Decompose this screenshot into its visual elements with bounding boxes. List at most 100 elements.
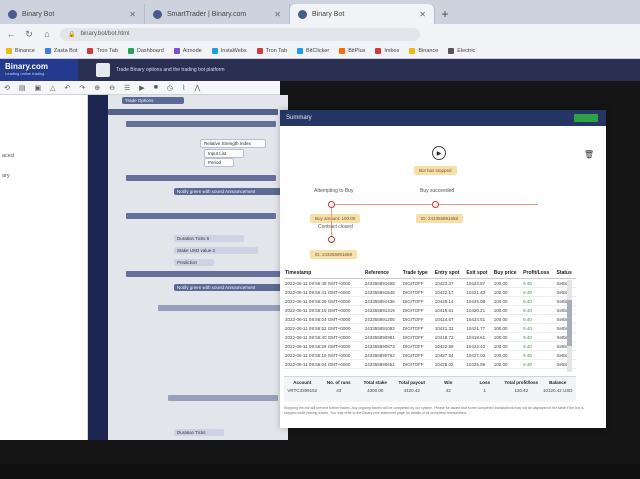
- table-cell: 10427.03: [465, 350, 493, 360]
- stat-label: Total stake: [363, 380, 387, 385]
- google-drive-icon[interactable]: △: [50, 84, 55, 92]
- blockly-workspace[interactable]: Trade Options Relative Strength Index Inpu…: [108, 95, 288, 440]
- browser-tab-3[interactable]: Binary Bot ✕: [290, 4, 435, 24]
- table-row[interactable]: 2022-06-11 08:56:29 GMT+0000 243355891436…: [284, 296, 576, 306]
- workspace-block[interactable]: Notify green with sound Announcement: [174, 284, 284, 291]
- left-panel: aced ary: [0, 95, 88, 440]
- bookmark-label: Imbox: [384, 48, 400, 54]
- table-row[interactable]: 2022-06-11 08:56:41 GMT+0000 243355891548…: [284, 287, 576, 297]
- bookmark-item[interactable]: BitPlus: [339, 48, 365, 54]
- table-cell: 243355891658: [363, 278, 402, 288]
- table-cell: DIGITOFF: [401, 332, 434, 342]
- table-row[interactable]: 2022-06-11 08:55:16 GMT+0000 243355890762…: [284, 350, 576, 360]
- table-row[interactable]: 2022-06-11 08:55:40 GMT+0000 243355890981…: [284, 332, 576, 342]
- bookmark-label: InstaWebs: [220, 48, 247, 54]
- table-header-row: Timestamp Reference Trade type Entry spot Ex…: [284, 268, 576, 279]
- table-cell: 9.40: [522, 314, 556, 324]
- redo-icon[interactable]: ↷: [79, 84, 85, 92]
- bookmark-item[interactable]: Tron Tab: [256, 48, 287, 54]
- rearrange-icon[interactable]: ☰: [124, 84, 130, 92]
- bookmark-item[interactable]: Imbox: [375, 48, 399, 54]
- table-cell: 2022-06-11 08:56:16 GMT+0000: [284, 305, 364, 315]
- summary-header[interactable]: Summary: [280, 110, 606, 126]
- column-header[interactable]: Timestamp: [284, 268, 364, 279]
- table-scrollbar[interactable]: [567, 280, 572, 372]
- column-header[interactable]: Trade type: [401, 268, 434, 279]
- workspace-block[interactable]: Period: [204, 158, 234, 167]
- column-header[interactable]: Entry spot: [433, 268, 466, 279]
- table-row[interactable]: 2022-06-11 08:55:28 GMT+0000 243355890873…: [284, 341, 576, 351]
- tab-label: Binary Bot: [312, 10, 345, 18]
- stop-icon[interactable]: ■: [154, 84, 158, 91]
- app-header: Binary.com Leading online trading Trade …: [0, 59, 640, 81]
- scrollbar-thumb[interactable]: [567, 300, 572, 346]
- left-panel-item: aced: [2, 153, 14, 159]
- table-cell: 10424.57: [433, 314, 466, 324]
- table-row[interactable]: 2022-06-11 08:56:49 GMT+0000 243355891658…: [284, 278, 576, 288]
- bookmark-item[interactable]: Binance: [6, 48, 35, 54]
- bookmark-item[interactable]: Airnode: [173, 48, 202, 54]
- table-row[interactable]: 2022-06-11 08:56:04 GMT+0000 243355891205…: [284, 314, 576, 324]
- reload-icon[interactable]: ↻: [24, 29, 34, 40]
- column-header[interactable]: Status: [555, 268, 576, 279]
- column-header[interactable]: Reference: [363, 268, 402, 279]
- chart-icon[interactable]: ⌇: [182, 84, 185, 92]
- url-field[interactable]: 🔒 binary.bot/bot.html: [60, 27, 420, 41]
- undo-icon[interactable]: ↶: [65, 84, 71, 92]
- bookmark-favicon-icon: [256, 48, 263, 54]
- bookmark-item[interactable]: Tron Tab: [87, 48, 118, 54]
- stat-value: 4420.42: [403, 388, 420, 393]
- stat-value: 4300.00: [367, 388, 384, 393]
- play-button[interactable]: ▶: [432, 146, 446, 160]
- workspace-block[interactable]: Notify green with sound Announcement: [174, 188, 284, 195]
- table-cell: DIGITOFF: [401, 305, 434, 315]
- table-cell: 10422.88: [433, 341, 466, 351]
- summary-panel: Summary ▶ 🗑 Bot has stopped Attempting t…: [280, 110, 606, 428]
- close-tab-icon[interactable]: ✕: [419, 10, 426, 19]
- run-icon[interactable]: ▶: [139, 84, 144, 92]
- back-icon[interactable]: ←: [6, 29, 16, 39]
- bookmark-label: Binance: [418, 48, 439, 54]
- column-header[interactable]: Exit spot: [465, 268, 493, 279]
- column-header[interactable]: Buy price: [492, 268, 523, 279]
- tradingview-icon[interactable]: ⋀: [194, 84, 200, 92]
- bookmark-item[interactable]: Zasta Bot: [44, 48, 77, 54]
- browser-tab-2[interactable]: SmartTrader | Binary.com ✕: [145, 4, 290, 24]
- table-row[interactable]: 2022-06-11 08:56:16 GMT+0000 243355891319…: [284, 305, 576, 315]
- table-cell: DIGITOFF: [401, 287, 434, 297]
- zoom-in-icon[interactable]: ⊕: [94, 84, 100, 92]
- workspace-block[interactable]: Relative Strength Index: [200, 139, 266, 148]
- workspace-block[interactable]: Stake USD value 2: [174, 247, 258, 254]
- close-tab-icon[interactable]: ✕: [274, 10, 281, 19]
- clear-summary-icon[interactable]: 🗑: [584, 150, 594, 159]
- table-row[interactable]: 2022-06-11 08:55:04 GMT+0000 243355890651…: [284, 359, 576, 369]
- binary-logo[interactable]: Binary.com Leading online trading: [0, 59, 78, 81]
- close-tab-icon[interactable]: ✕: [129, 10, 136, 19]
- new-tab-button[interactable]: +: [435, 4, 455, 24]
- column-header[interactable]: Profit/Loss: [522, 268, 556, 279]
- table-row[interactable]: 2022-06-11 08:55:52 GMT+0000 243355891092…: [284, 323, 576, 333]
- header-note-text: Trade Binary options and the trading bot…: [116, 67, 225, 73]
- workspace-block[interactable]: Duration Ticks: [174, 429, 224, 436]
- bookmark-item[interactable]: InstaWebs: [211, 48, 247, 54]
- bookmark-item[interactable]: Binance: [409, 48, 438, 54]
- workspace-block[interactable]: Trade Options: [122, 97, 184, 104]
- browser-tab-1[interactable]: Binary Bot ✕: [0, 4, 145, 24]
- workspace-block[interactable]: Duration Ticks 5: [174, 235, 244, 242]
- clock-icon[interactable]: ◷: [167, 84, 173, 92]
- save-icon[interactable]: ▣: [35, 84, 42, 92]
- bookmark-item[interactable]: Electric: [448, 48, 475, 54]
- reset-icon[interactable]: ⟲: [4, 84, 10, 92]
- bookmark-item[interactable]: BitClicker: [297, 48, 329, 54]
- bookmark-item[interactable]: Dashboard: [127, 48, 164, 54]
- table-cell: 2022-06-11 08:55:28 GMT+0000: [284, 341, 364, 351]
- table-cell: 2022-06-11 08:55:04 GMT+0000: [284, 359, 364, 369]
- load-icon[interactable]: ▤: [19, 84, 26, 92]
- stat-cell: Total payout 4420.42: [394, 377, 431, 402]
- workspace-block[interactable]: Input List: [204, 149, 244, 158]
- workspace-block[interactable]: Prediction: [174, 259, 214, 266]
- home-icon[interactable]: ⌂: [42, 29, 52, 39]
- block-connector: [158, 305, 288, 311]
- table-cell: Settled: [555, 305, 576, 315]
- zoom-out-icon[interactable]: ⊖: [109, 84, 115, 92]
